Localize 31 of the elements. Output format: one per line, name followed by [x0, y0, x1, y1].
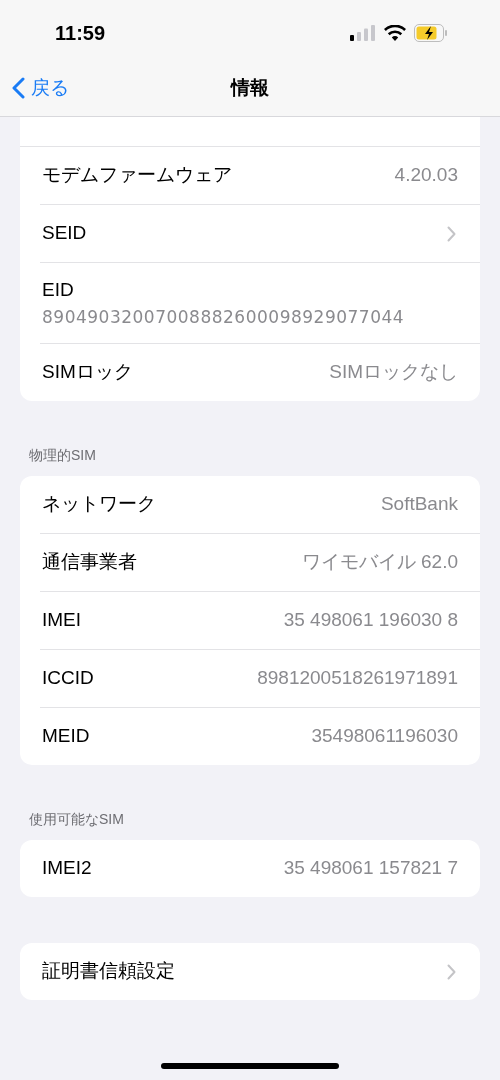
row-label: モデムファームウェア [42, 163, 232, 188]
back-chevron-icon [12, 77, 25, 99]
row-label: 通信事業者 [42, 550, 137, 575]
section-header: 使用可能なSIM [28, 810, 125, 829]
row-value: 89049032007008882600098929077044 [42, 305, 406, 329]
battery-charging-icon [414, 24, 448, 42]
row-label: ICCID [42, 666, 94, 691]
row-label: SIMロック [42, 360, 133, 385]
row-value: SIMロックなし [329, 360, 458, 385]
row-value: 35 498061 196030 8 [283, 608, 458, 633]
row-value: 35498061196030 [311, 724, 458, 749]
back-button[interactable]: 戻る [0, 73, 69, 103]
section-header: 物理的SIM [28, 446, 97, 465]
chevron-right-icon [447, 963, 456, 980]
row-value: SoftBank [380, 492, 458, 517]
row-value: ワイモバイル 62.0 [301, 550, 458, 575]
wifi-icon [384, 25, 406, 41]
row-value: 35 498061 157821 7 [283, 856, 458, 881]
row-label: IMEI [42, 608, 82, 633]
nav-title: 情報 [231, 75, 269, 100]
list-row-link[interactable]: SEID [20, 205, 480, 262]
row-label: ネットワーク [42, 492, 156, 517]
chevron-right-icon [447, 225, 456, 242]
list-row-link[interactable]: 証明書信頼設定 [20, 943, 480, 1000]
signal-icon [350, 25, 376, 41]
row-value: 8981200518261971891 [257, 666, 458, 691]
row-label: MEID [42, 724, 90, 749]
row-label: IMEI2 [42, 856, 92, 881]
row-label: EID [42, 278, 75, 302]
row-value: 4.20.03 [394, 163, 458, 188]
status-time: 11:59 [55, 21, 106, 46]
